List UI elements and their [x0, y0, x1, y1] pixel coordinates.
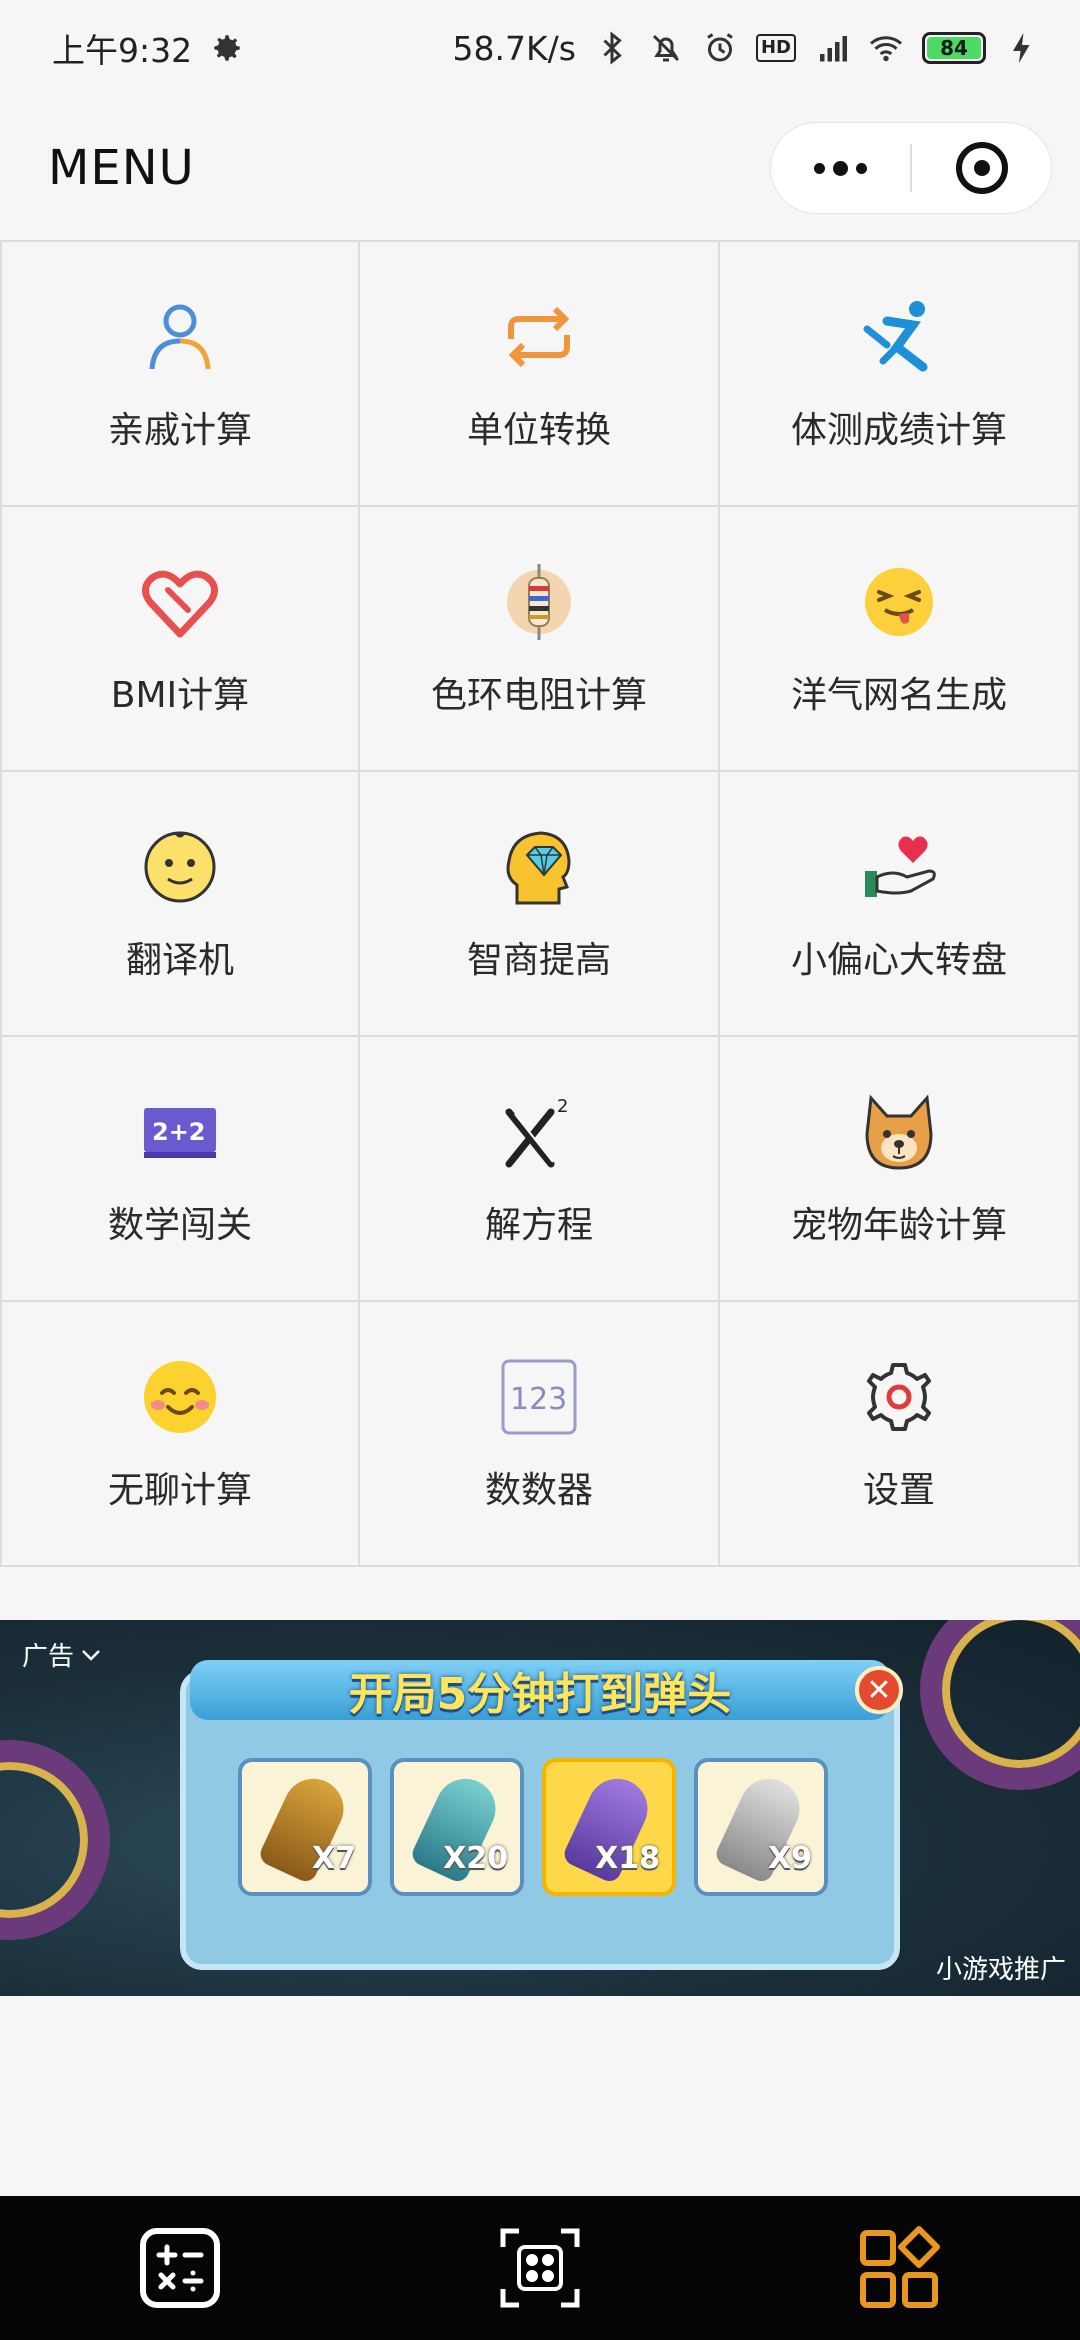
blush-emoji-icon: [138, 1355, 222, 1439]
smiley-face-icon: [138, 825, 222, 909]
gear-icon: [857, 1355, 941, 1439]
chevron-down-icon: [82, 1649, 100, 1661]
svg-text:2+2: 2+2: [152, 1118, 206, 1146]
ad-item: X7: [238, 1758, 372, 1896]
battery-level: 84: [927, 36, 981, 60]
tile-label: 设置: [862, 1469, 935, 1511]
menu-item-relative-calc[interactable]: 亲戚计算: [0, 242, 360, 507]
more-options-button[interactable]: [771, 123, 910, 213]
ad-item: X20: [390, 1758, 524, 1896]
settings-gear-icon: [214, 35, 240, 61]
tongue-emoji-icon: [857, 560, 941, 644]
calculator-icon: [140, 2228, 220, 2308]
resistor-icon: [497, 560, 581, 644]
tile-label: 解方程: [484, 1204, 593, 1246]
ad-item: X18: [542, 1758, 676, 1896]
svg-text:2: 2: [557, 1096, 568, 1117]
menu-item-solve-equation[interactable]: 2 解方程: [360, 1037, 720, 1302]
ad-item-count: X18: [595, 1841, 660, 1876]
hand-heart-icon: [857, 825, 941, 909]
ad-item-count: X20: [443, 1841, 508, 1876]
ad-items: X7 X20 X18 X9: [238, 1758, 828, 1896]
ad-title: 开局5分钟打到弹头: [348, 1669, 732, 1720]
menu-grid: 亲戚计算 单位转换 体测成绩计算 BMI计算 色环电阻计算 洋气网名生成 翻译机…: [0, 240, 1080, 1567]
app-header: MENU: [0, 96, 1080, 240]
menu-item-nickname-gen[interactable]: 洋气网名生成: [720, 507, 1080, 772]
ad-item: X9: [694, 1758, 828, 1896]
dog-face-icon: [857, 1090, 941, 1174]
tile-label: 智商提高: [466, 939, 611, 981]
tile-label: BMI计算: [110, 674, 250, 716]
tile-label: 单位转换: [466, 409, 611, 451]
nav-apps-button[interactable]: [850, 2218, 950, 2318]
tile-label: 色环电阻计算: [430, 674, 647, 716]
charging-icon: [1013, 33, 1030, 63]
menu-item-fitness-score[interactable]: 体测成绩计算: [720, 242, 1080, 507]
menu-item-bmi-calc[interactable]: BMI计算: [0, 507, 360, 772]
bluetooth-icon: [603, 31, 622, 65]
tile-label: 无聊计算: [107, 1469, 252, 1511]
close-miniprogram-button[interactable]: [912, 123, 1051, 213]
signal-icon: [820, 36, 847, 62]
hd-badge: HD: [755, 34, 796, 62]
menu-item-translator[interactable]: 翻译机: [0, 772, 360, 1037]
ad-title-bar: 开局5分钟打到弹头: [190, 1660, 890, 1720]
menu-item-spin-wheel[interactable]: 小偏心大转盘: [720, 772, 1080, 1037]
status-bar: 上午9:32 58.7K/s HD 84: [0, 0, 1080, 96]
tile-label: 数数器: [484, 1469, 593, 1511]
more-dots-icon: [814, 160, 867, 176]
tile-label: 翻译机: [125, 939, 234, 981]
menu-item-boring-calc[interactable]: 无聊计算: [0, 1302, 360, 1567]
svg-text:123: 123: [510, 1382, 567, 1417]
menu-item-unit-convert[interactable]: 单位转换: [360, 242, 720, 507]
tile-label: 洋气网名生成: [790, 674, 1007, 716]
mute-bell-icon: [652, 34, 680, 62]
ad-item-count: X9: [767, 1841, 812, 1876]
alarm-icon: [707, 33, 733, 62]
apps-grid-icon: [860, 2226, 940, 2308]
menu-item-pet-age[interactable]: 宠物年龄计算: [720, 1037, 1080, 1302]
tile-label: 小偏心大转盘: [790, 939, 1007, 981]
tile-label: 体测成绩计算: [790, 409, 1007, 451]
ad-banner[interactable]: 广告 开局5分钟打到弹头 ✕ X7 X20 X18 X9 小游戏推广: [0, 1620, 1080, 1996]
heart-icon: [138, 560, 222, 644]
battery-indicator: 84: [922, 32, 986, 64]
ad-source: 小游戏推广: [935, 1955, 1066, 1985]
target-icon: [955, 142, 1008, 194]
chalkboard-icon: 2+2: [138, 1090, 222, 1174]
tile-label: 数学闯关: [107, 1204, 252, 1246]
page-title: MENU: [48, 140, 195, 196]
menu-item-iq-boost[interactable]: 智商提高: [360, 772, 720, 1037]
wifi-icon: [870, 36, 902, 62]
menu-item-math-challenge[interactable]: 2+2 数学闯关: [0, 1037, 360, 1302]
menu-item-resistor-calc[interactable]: 色环电阻计算: [360, 507, 720, 772]
repeat-arrows-icon: [497, 295, 581, 379]
runner-icon: [857, 295, 941, 379]
counter-123-icon: 123: [497, 1355, 581, 1439]
miniprogram-capsule: [770, 122, 1052, 214]
ad-decoration: [920, 1620, 1080, 1790]
status-time: 上午9:32: [52, 31, 193, 70]
scan-grid-icon: [500, 2228, 580, 2308]
nav-scan-button[interactable]: [490, 2218, 590, 2318]
x-squared-icon: 2: [497, 1090, 581, 1174]
ad-item-count: X7: [311, 1841, 356, 1876]
tile-label: 宠物年龄计算: [790, 1204, 1007, 1246]
ad-tag-text: 广告: [22, 1642, 75, 1672]
menu-item-settings[interactable]: 设置: [720, 1302, 1080, 1567]
nav-calculator-button[interactable]: [130, 2218, 230, 2318]
person-icon: [138, 295, 222, 379]
ad-label[interactable]: 广告: [22, 1636, 102, 1673]
tile-label: 亲戚计算: [107, 409, 252, 451]
bottom-nav: [0, 2196, 1080, 2340]
ad-close-button[interactable]: ✕: [855, 1666, 903, 1714]
network-speed: 58.7K/s: [452, 28, 576, 68]
menu-item-counter[interactable]: 123 数数器: [360, 1302, 720, 1567]
ad-decoration: [0, 1740, 110, 1940]
head-diamond-icon: [497, 825, 581, 909]
